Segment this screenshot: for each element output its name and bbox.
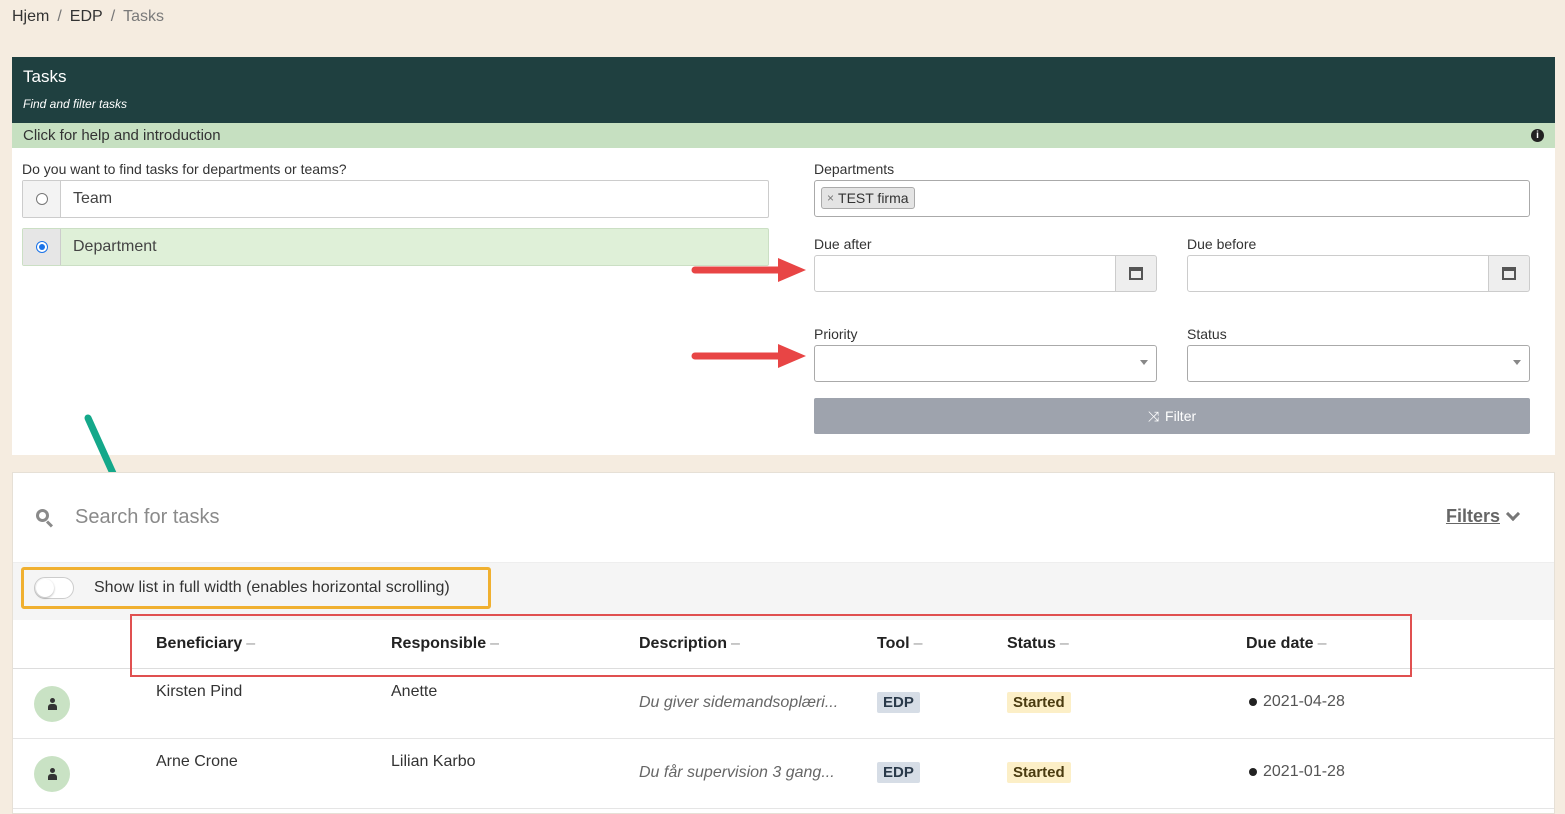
red-arrow-annotation xyxy=(691,258,806,282)
scope-option-label: Department xyxy=(73,238,157,255)
full-width-toggle-row: Show list in full width (enables horizon… xyxy=(13,562,1554,620)
task-list-panel: Filters Show list in full width (enables… xyxy=(12,472,1555,814)
description-cell: Du får supervision 3 gang... xyxy=(639,764,835,781)
responsible-cell: Lilian Karbo xyxy=(391,753,476,770)
panel-header: Tasks Find and filter tasks xyxy=(12,57,1555,123)
dot-icon xyxy=(1249,768,1257,776)
scope-selector: Do you want to find tasks for department… xyxy=(22,161,769,266)
user-icon xyxy=(47,767,57,781)
avatar xyxy=(34,686,70,722)
due-before-label: Due before xyxy=(1187,236,1257,252)
department-radio[interactable] xyxy=(35,241,48,253)
team-radio[interactable] xyxy=(35,193,48,205)
tool-badge: EDP xyxy=(877,692,920,713)
help-bar-label: Click for help and introduction xyxy=(23,127,221,144)
full-width-toggle-label: Show list in full width (enables horizon… xyxy=(94,579,450,596)
status-select[interactable] xyxy=(1187,345,1530,382)
page-title: Tasks xyxy=(23,67,67,86)
filters-link-label: Filters xyxy=(1445,506,1500,526)
filter-fields: Departments × TEST firma Due after Due b… xyxy=(814,161,1530,434)
table-row[interactable]: Kirsten Pind Anette Du giver sidemandsop… xyxy=(13,669,1554,739)
dot-icon xyxy=(1249,698,1257,706)
breadcrumb: Hjem / EDP / Tasks xyxy=(12,8,164,26)
column-header-tool[interactable]: Tool – xyxy=(877,635,922,653)
calendar-icon[interactable] xyxy=(1489,255,1530,292)
scope-option-team[interactable]: Team xyxy=(22,180,769,218)
due-after-input[interactable] xyxy=(814,255,1116,292)
column-header-highlight xyxy=(130,614,1412,677)
breadcrumb-edp[interactable]: EDP xyxy=(70,8,103,26)
chevron-down-icon xyxy=(1505,506,1521,521)
scope-option-label: Team xyxy=(73,190,113,207)
remove-tag-icon[interactable]: × xyxy=(827,191,834,205)
responsible-cell: Anette xyxy=(391,683,438,700)
column-header-description[interactable]: Description – xyxy=(639,635,740,653)
search-icon xyxy=(35,508,55,528)
calendar-icon[interactable] xyxy=(1116,255,1157,292)
departments-label: Departments xyxy=(814,161,895,177)
red-arrow-annotation xyxy=(691,344,806,368)
due-after-label: Due after xyxy=(814,236,872,252)
due-before-input[interactable] xyxy=(1187,255,1489,292)
table-row[interactable]: Arne Crone Lilian Karbo Du får supervisi… xyxy=(13,739,1554,809)
breadcrumb-separator: / xyxy=(110,8,116,25)
filters-toggle-link[interactable]: Filters xyxy=(1445,506,1521,527)
column-header-due-date[interactable]: Due date – xyxy=(1246,635,1326,653)
priority-select[interactable] xyxy=(814,345,1157,382)
tool-badge: EDP xyxy=(877,762,920,783)
column-header-status[interactable]: Status – xyxy=(1007,635,1069,653)
column-header-responsible[interactable]: Responsible – xyxy=(391,635,499,653)
status-label: Status xyxy=(1187,326,1227,342)
breadcrumb-home[interactable]: Hjem xyxy=(12,8,49,26)
full-width-switch[interactable] xyxy=(34,577,74,599)
full-width-toggle-highlight: Show list in full width (enables horizon… xyxy=(21,567,491,609)
caret-down-icon xyxy=(1513,360,1521,365)
filter-button[interactable]: ⤨ Filter xyxy=(814,398,1530,434)
status-badge: Started xyxy=(1007,692,1071,713)
breadcrumb-separator: / xyxy=(57,8,62,25)
department-tag[interactable]: × TEST firma xyxy=(821,187,915,209)
shuffle-icon: ⤨ xyxy=(1147,407,1160,424)
scope-question: Do you want to find tasks for department… xyxy=(22,161,347,177)
column-header-beneficiary[interactable]: Beneficiary – xyxy=(156,635,255,653)
breadcrumb-current: Tasks xyxy=(123,8,165,25)
status-badge: Started xyxy=(1007,762,1071,783)
beneficiary-cell: Kirsten Pind xyxy=(156,683,243,700)
help-bar[interactable]: Click for help and introduction i xyxy=(12,123,1555,148)
search-input[interactable] xyxy=(75,506,575,529)
caret-down-icon xyxy=(1140,360,1148,365)
avatar xyxy=(34,756,70,792)
user-icon xyxy=(47,697,57,711)
department-tag-label: TEST firma xyxy=(838,190,909,206)
description-cell: Du giver sidemandsoplæri... xyxy=(639,694,839,711)
info-icon[interactable]: i xyxy=(1531,129,1544,142)
departments-select[interactable]: × TEST firma xyxy=(814,180,1530,217)
filter-button-label: Filter xyxy=(1165,408,1197,424)
priority-label: Priority xyxy=(814,326,858,342)
search-bar: Filters xyxy=(13,473,1554,562)
scope-option-department[interactable]: Department xyxy=(22,228,769,266)
page-subtitle: Find and filter tasks xyxy=(23,97,128,111)
due-date-cell: 2021-04-28 xyxy=(1249,693,1345,711)
due-date-cell: 2021-01-28 xyxy=(1249,763,1345,781)
beneficiary-cell: Arne Crone xyxy=(156,753,238,770)
table-header: Beneficiary – Responsible – Description – T… xyxy=(13,614,1554,677)
